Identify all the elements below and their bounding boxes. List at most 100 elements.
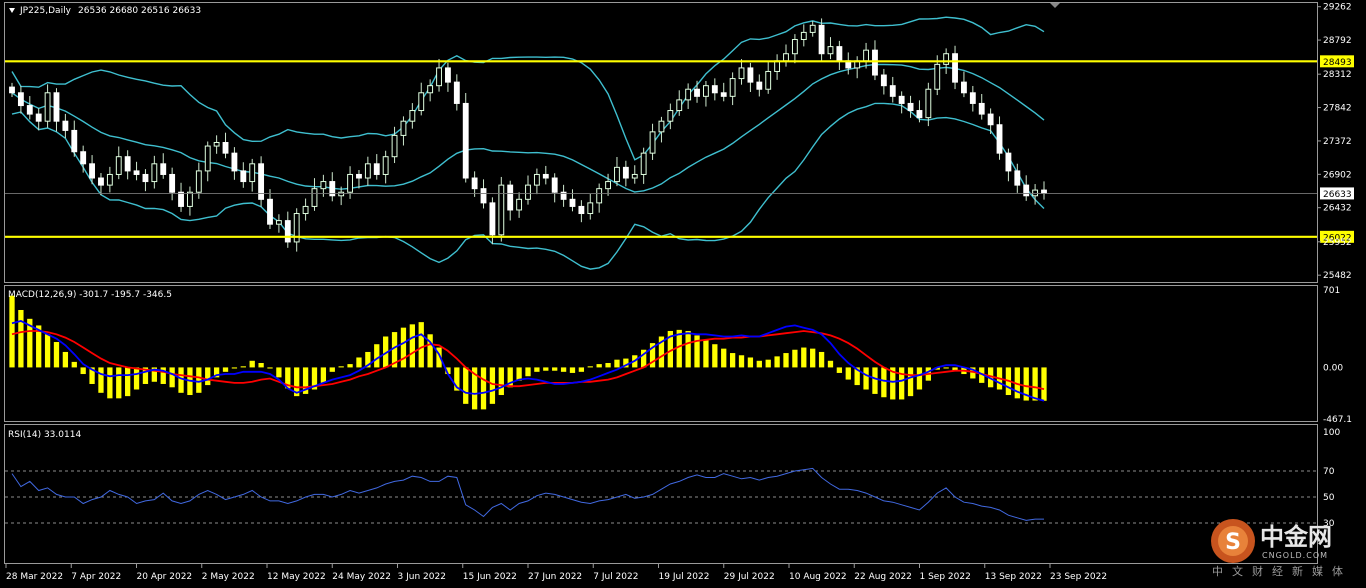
candle[interactable] [880,68,887,95]
candle[interactable] [542,165,549,185]
candle[interactable] [213,135,220,154]
candle[interactable] [729,72,736,106]
candle[interactable] [364,156,371,186]
candle[interactable] [240,162,247,188]
candle[interactable] [845,52,852,75]
candle[interactable] [667,103,674,130]
candle[interactable] [382,150,389,184]
candle[interactable] [445,62,451,92]
candle[interactable] [676,90,683,116]
candle[interactable] [17,85,24,114]
candle[interactable] [311,178,318,211]
candle[interactable] [275,214,282,233]
candle[interactable] [996,116,1003,160]
candle[interactable] [863,42,869,69]
candle[interactable] [53,88,60,132]
candle[interactable] [827,37,834,60]
scroll-marker-icon[interactable] [1050,3,1060,8]
candle[interactable] [187,186,193,216]
candle[interactable] [169,167,176,201]
candle[interactable] [738,59,745,85]
candle[interactable] [124,150,131,180]
candle[interactable] [453,74,460,111]
candle[interactable] [436,58,442,92]
candle[interactable] [249,158,256,192]
candle[interactable] [978,93,985,120]
candle[interactable] [649,123,656,160]
candle[interactable] [498,176,505,242]
candle[interactable] [62,113,69,139]
candle[interactable] [80,145,87,173]
candle[interactable] [533,168,540,195]
candle[interactable] [685,83,692,109]
candle[interactable] [631,165,638,184]
candle[interactable] [703,80,709,107]
candle[interactable] [818,18,825,62]
trading-chart[interactable]: 2849326022 JP225,Daily 26536 26680 26516… [0,0,1366,588]
candle[interactable] [765,61,772,94]
candle[interactable] [614,156,620,187]
candle[interactable] [400,116,407,146]
candle[interactable] [1023,175,1030,201]
candle[interactable] [293,208,300,252]
candle[interactable] [347,166,353,199]
candle[interactable] [783,44,789,67]
candle[interactable] [560,184,567,207]
candle[interactable] [409,103,416,129]
candle[interactable] [596,183,603,213]
candle[interactable] [952,45,958,90]
candle[interactable] [800,24,807,47]
candle[interactable] [222,132,229,159]
candle[interactable] [231,147,238,180]
candle[interactable] [969,85,976,112]
candle[interactable] [791,34,798,64]
candle[interactable] [284,211,291,248]
candle[interactable] [578,200,585,223]
candle[interactable] [356,169,362,189]
candle[interactable] [569,189,576,212]
candle[interactable] [774,54,781,80]
candle[interactable] [418,82,425,116]
candle[interactable] [640,147,647,184]
rsi-panel[interactable] [5,467,1317,524]
candle[interactable] [133,161,140,181]
candle[interactable] [480,179,487,209]
candle[interactable] [694,80,700,103]
candle[interactable] [329,172,336,202]
candle[interactable] [907,95,914,118]
candle[interactable] [747,62,754,93]
candle[interactable] [720,82,727,102]
candle[interactable] [1041,181,1047,200]
candle[interactable] [516,192,523,218]
candle[interactable] [35,108,42,131]
candle[interactable] [115,146,122,180]
dropdown-triangle-icon[interactable] [9,8,15,13]
candle[interactable] [872,40,878,81]
candlesticks[interactable] [9,18,1047,252]
candle[interactable] [1005,148,1012,182]
candle[interactable] [756,74,763,97]
candle[interactable] [151,155,158,189]
candle[interactable] [551,173,558,203]
candle[interactable] [809,21,816,37]
price-panel[interactable]: 2849326022 [5,16,1354,270]
candle[interactable] [587,193,594,220]
candle[interactable] [961,71,967,98]
candle[interactable] [71,120,78,157]
candle[interactable] [658,116,665,143]
candle[interactable] [142,169,149,192]
candle[interactable] [44,84,51,128]
macd-panel[interactable] [9,295,1047,410]
candle[interactable] [836,40,843,70]
candle[interactable] [9,82,15,98]
candle[interactable] [525,175,531,205]
candle[interactable] [204,141,211,182]
candle[interactable] [462,92,469,183]
candle[interactable] [898,91,905,114]
candle[interactable] [854,56,861,79]
candle[interactable] [178,182,184,212]
candle[interactable] [373,154,380,180]
candle[interactable] [26,96,33,120]
candle[interactable] [622,160,629,187]
candle[interactable] [160,153,167,179]
